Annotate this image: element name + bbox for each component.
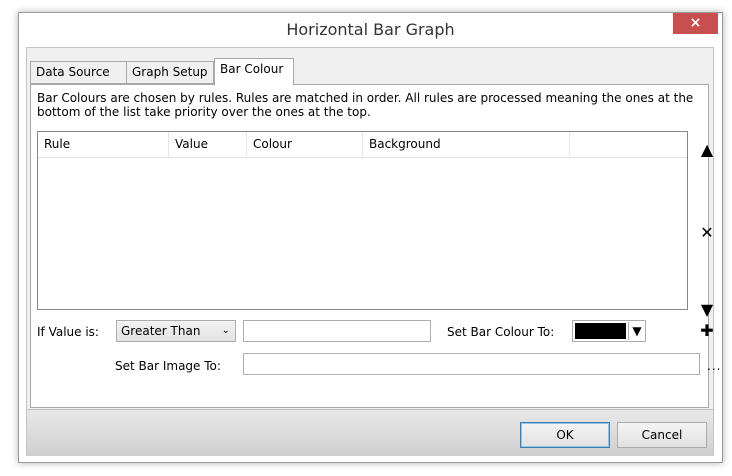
rules-table-header: Rule Value Colour Background [38, 132, 687, 158]
chevron-down-icon: ⌄ [221, 325, 230, 336]
cancel-button[interactable]: Cancel [617, 422, 707, 448]
close-button[interactable]: × [673, 13, 718, 34]
dialog-footer: OK Cancel [27, 409, 713, 456]
rules-description: Bar Colours are chosen by rules. Rules a… [37, 91, 694, 119]
if-value-label: If Value is: [37, 325, 99, 339]
value-input[interactable] [243, 320, 431, 342]
plus-icon: ✚ [700, 321, 714, 340]
tab-graph-setup[interactable]: Graph Setup [126, 61, 214, 84]
close-icon: × [689, 15, 702, 31]
dialog-window: Horizontal Bar Graph × Data Source Graph… [18, 12, 723, 463]
set-bar-colour-label: Set Bar Colour To: [447, 325, 555, 339]
column-header-rule[interactable]: Rule [38, 132, 169, 157]
move-down-button[interactable]: ▼ [696, 299, 718, 321]
ok-button[interactable]: OK [520, 422, 610, 448]
arrow-down-icon: ▼ [700, 300, 714, 319]
colour-swatch [575, 323, 626, 339]
delete-rule-button[interactable]: ✕ [696, 222, 718, 244]
bar-colour-panel: Bar Colours are chosen by rules. Rules a… [30, 84, 720, 408]
condition-select[interactable]: Greater Than ⌄ [116, 320, 236, 342]
colour-dropdown-arrow-icon[interactable]: ▼ [628, 322, 645, 340]
dialog-body: Data Source Graph Setup Bar Colour Bar C… [26, 47, 720, 456]
title-bar: Horizontal Bar Graph × [19, 13, 722, 48]
tab-data-source[interactable]: Data Source [30, 61, 127, 84]
condition-selected-value: Greater Than [121, 324, 201, 338]
tab-bar-colour[interactable]: Bar Colour [214, 58, 294, 86]
rules-table[interactable]: Rule Value Colour Background [37, 131, 688, 310]
set-bar-image-label: Set Bar Image To: [115, 359, 221, 373]
screen: Horizontal Bar Graph × Data Source Graph… [0, 0, 732, 476]
window-title: Horizontal Bar Graph [286, 20, 455, 39]
arrow-up-icon: ▲ [700, 140, 714, 159]
delete-icon: ✕ [700, 223, 714, 242]
column-header-background[interactable]: Background [363, 132, 570, 157]
bar-colour-picker[interactable]: ▼ [572, 320, 646, 342]
column-header-colour[interactable]: Colour [247, 132, 363, 157]
add-rule-button[interactable]: ✚ [696, 320, 718, 342]
move-up-button[interactable]: ▲ [696, 139, 718, 161]
bar-image-input[interactable] [243, 353, 700, 375]
browse-button[interactable]: ... [707, 359, 721, 373]
column-header-value[interactable]: Value [169, 132, 247, 157]
